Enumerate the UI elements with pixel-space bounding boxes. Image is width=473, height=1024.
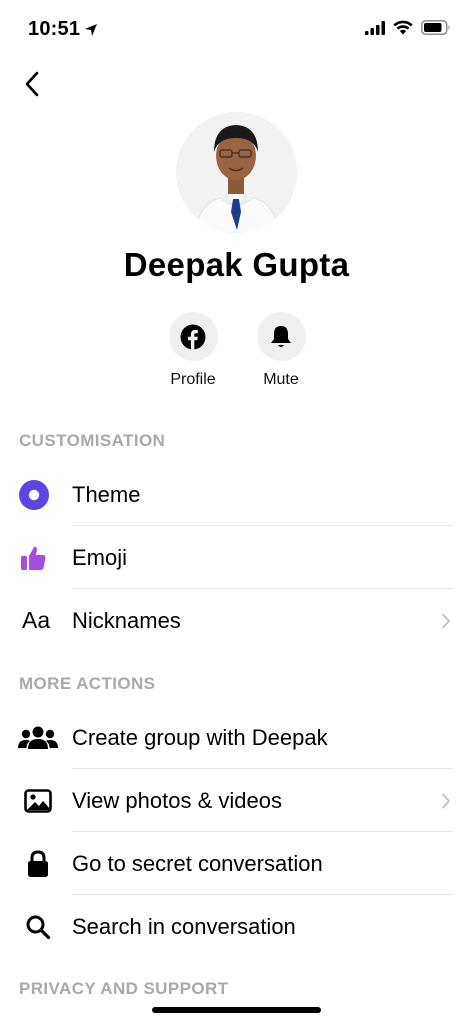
row-secret-conversation[interactable]: Go to secret conversation: [0, 832, 473, 895]
lock-icon: [28, 849, 48, 877]
mute-button[interactable]: Mute: [241, 312, 321, 389]
wifi-icon: [393, 20, 413, 35]
contact-name: Deepak Gupta: [123, 246, 350, 283]
search-icon-wrap: [18, 911, 58, 943]
group-icon-wrap: [18, 722, 58, 754]
row-emoji-label: Emoji: [72, 544, 128, 570]
row-nicknames-label: Nicknames: [72, 607, 181, 633]
row-secret-conversation-label: Go to secret conversation: [72, 850, 323, 876]
aa-icon: Aa: [18, 605, 58, 637]
row-view-photos[interactable]: View photos & videos: [0, 769, 473, 832]
thumbs-up-icon: [21, 546, 46, 570]
group-icon: [18, 726, 58, 749]
search-icon: [26, 915, 51, 939]
row-search-conversation[interactable]: Search in conversation: [0, 895, 473, 958]
home-indicator: [152, 1007, 321, 1013]
row-emoji[interactable]: Emoji: [0, 526, 473, 589]
battery-icon: [421, 20, 450, 35]
image-icon-wrap: [18, 785, 58, 817]
bell-icon: [271, 325, 291, 347]
section-header-privacy: PRIVACY AND SUPPORT: [19, 979, 229, 998]
section-header-customisation: CUSTOMISATION: [19, 431, 166, 450]
profile-photo: [176, 112, 297, 233]
cellular-signal-icon: [365, 20, 385, 35]
row-view-photos-label: View photos & videos: [72, 787, 282, 813]
image-icon: [24, 788, 52, 813]
section-header-more-actions: MORE ACTIONS: [19, 674, 156, 693]
row-theme-label: Theme: [72, 481, 141, 507]
emoji-icon-wrap: [18, 542, 58, 574]
mute-label: Mute: [263, 371, 299, 388]
chevron-right-icon: [442, 613, 450, 628]
profile-button-circle: [168, 312, 218, 361]
mute-button-circle: [256, 312, 306, 361]
status-time-text: 10:51: [28, 18, 81, 40]
chevron-right-icon: [442, 793, 450, 808]
row-nicknames[interactable]: Aa Nicknames: [0, 589, 473, 652]
status-bar: 10:51: [0, 0, 473, 60]
back-button[interactable]: [14, 64, 50, 104]
location-arrow-icon: [85, 23, 98, 36]
row-create-group[interactable]: Create group with Deepak: [0, 706, 473, 769]
profile-label: Profile: [170, 371, 216, 388]
theme-icon-wrap: [18, 479, 58, 511]
theme-icon: [19, 479, 49, 510]
lock-icon-wrap: [18, 848, 58, 880]
avatar: [176, 112, 297, 233]
chevron-left-icon: [25, 71, 39, 97]
row-create-group-label: Create group with Deepak: [72, 724, 328, 750]
profile-button[interactable]: Profile: [153, 312, 233, 389]
status-time: 10:51: [28, 18, 98, 41]
status-icons: [365, 20, 451, 35]
aa-icon-text: Aa: [22, 607, 51, 633]
row-search-conversation-label: Search in conversation: [72, 913, 296, 939]
facebook-icon: [180, 324, 206, 350]
quick-actions: Profile Mute: [0, 312, 473, 392]
row-theme[interactable]: Theme: [0, 463, 473, 526]
